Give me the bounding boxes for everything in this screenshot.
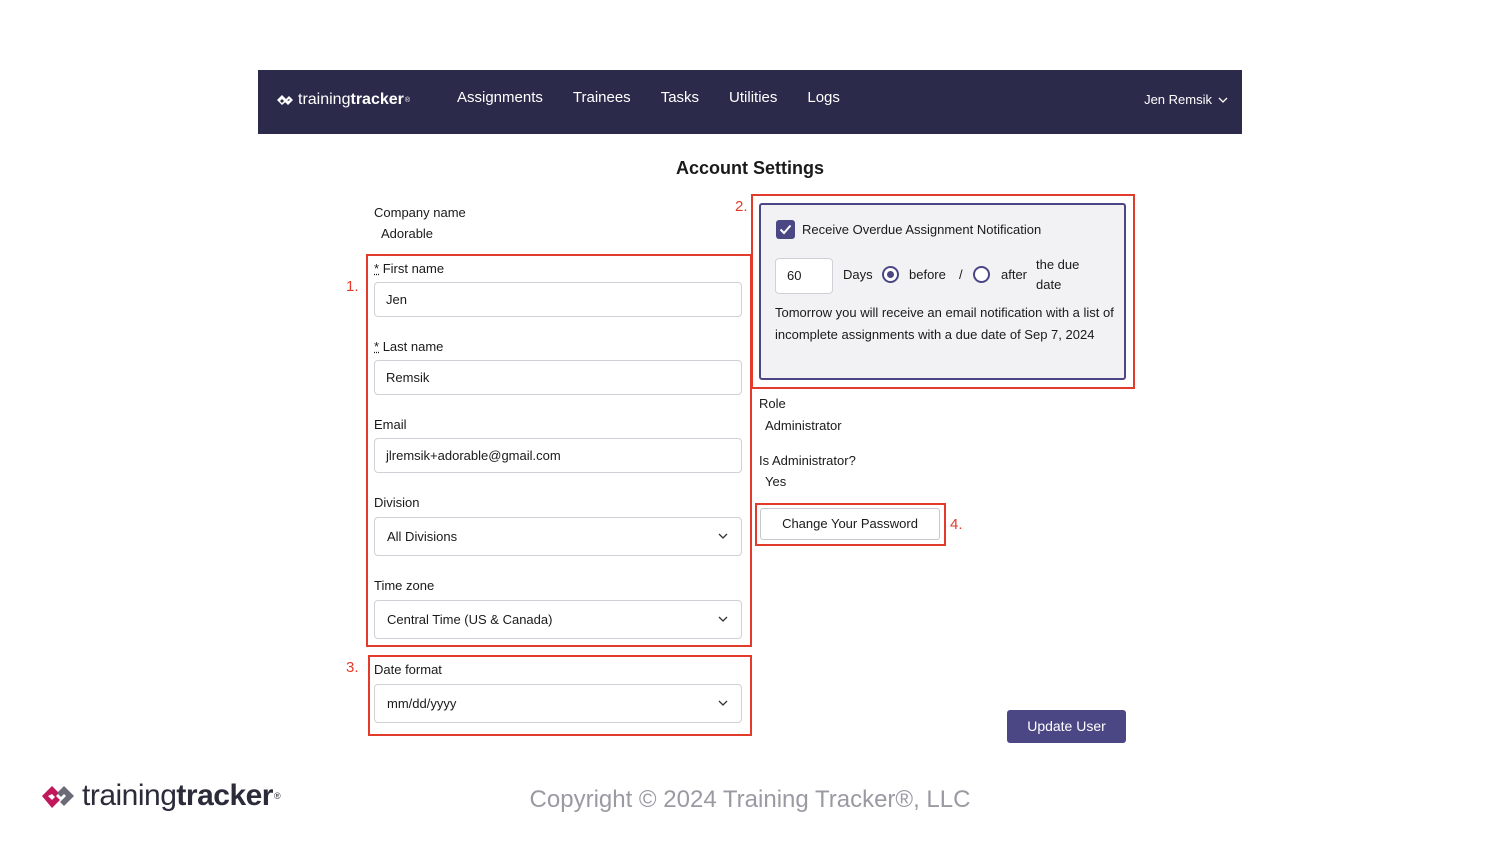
copyright-text: Copyright © 2024 Training Tracker®, LLC: [529, 786, 971, 813]
nav-logs[interactable]: Logs: [807, 89, 840, 106]
callout-box-3: [368, 655, 752, 736]
nav-logo-mark: ®: [404, 96, 411, 104]
is-admin-value: Yes: [765, 474, 787, 489]
user-name: Jen Remsik: [1144, 92, 1212, 107]
nav-utilities[interactable]: Utilities: [729, 89, 777, 106]
update-user-button[interactable]: Update User: [1007, 710, 1126, 743]
callout-box-1: [366, 254, 752, 647]
nav-links: Assignments Trainees Tasks Utilities Log…: [457, 89, 870, 106]
role-label: Role: [759, 396, 786, 411]
top-navbar: training tracker ® Assignments Trainees Ta…: [258, 70, 1242, 134]
nav-trainees[interactable]: Trainees: [573, 89, 631, 106]
company-name-value: Adorable: [381, 226, 434, 241]
page-title: Account Settings: [675, 158, 824, 178]
callout-number-2: 2.: [735, 198, 748, 215]
callout-number-1: 1.: [346, 278, 359, 295]
nav-tasks[interactable]: Tasks: [661, 89, 699, 106]
callout-box-2: [751, 194, 1135, 389]
role-value: Administrator: [765, 418, 842, 433]
nav-assignments[interactable]: Assignments: [457, 89, 543, 106]
callout-number-3: 3.: [346, 659, 359, 676]
logo-chevron-icon: [277, 95, 293, 105]
callout-box-4: [755, 503, 946, 546]
nav-logo[interactable]: training tracker ®: [276, 91, 410, 109]
is-admin-label: Is Administrator?: [759, 453, 856, 468]
nav-logo-text-light: training: [298, 91, 351, 108]
nav-logo-text-bold: tracker: [350, 91, 404, 108]
user-menu[interactable]: Jen Remsik: [1144, 92, 1228, 107]
company-name-label: Company name: [374, 205, 466, 220]
chevron-down-icon: [1218, 97, 1228, 103]
callout-number-4: 4.: [950, 516, 963, 533]
